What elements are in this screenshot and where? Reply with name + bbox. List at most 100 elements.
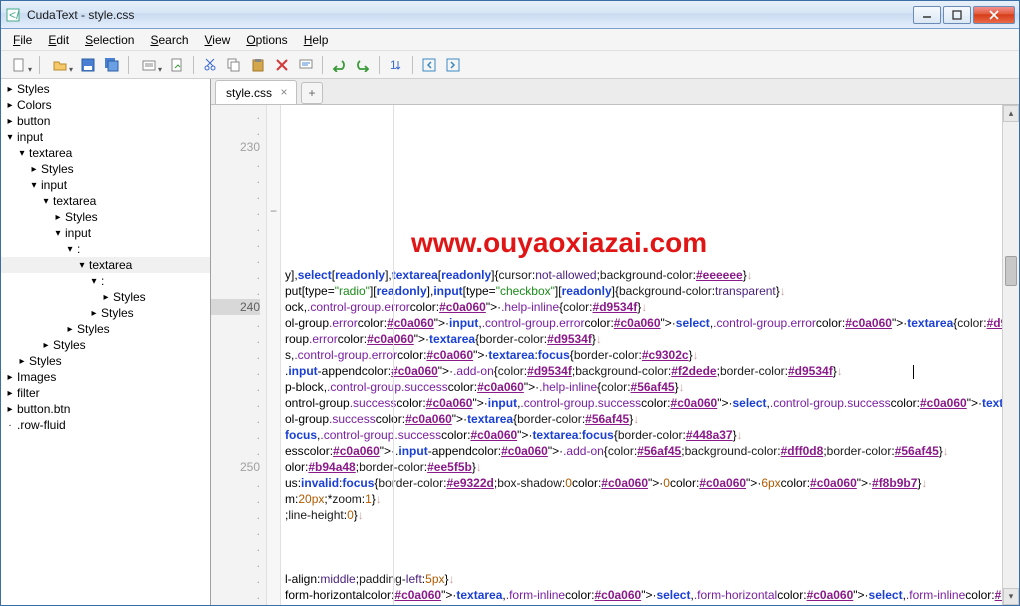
redo-button[interactable]	[353, 55, 373, 75]
fold-marker[interactable]	[267, 539, 280, 555]
tree-toggle-icon[interactable]: ▸	[5, 116, 15, 127]
sort-asc-button[interactable]: 1	[386, 55, 406, 75]
code-line[interactable]: m:20px;*zoom:1}↓	[285, 491, 998, 507]
tree-toggle-icon[interactable]: ▸	[101, 292, 111, 303]
code-line[interactable]: put[type="radio"][readonly],input[type="…	[285, 283, 998, 299]
comment-button[interactable]	[296, 55, 316, 75]
recent-files-button[interactable]	[135, 55, 163, 75]
copy-button[interactable]	[224, 55, 244, 75]
fold-marker[interactable]	[267, 379, 280, 395]
tree-node[interactable]: ▸filter	[1, 385, 210, 401]
code-line[interactable]: focus,.control-group.successcolor:#c0a06…	[285, 427, 998, 443]
code-line[interactable]: form-horizontalcolor:#c0a060">·textarea,…	[285, 587, 998, 603]
open-file-button[interactable]	[46, 55, 74, 75]
tree-node[interactable]: ▸Styles	[1, 321, 210, 337]
code-line[interactable]	[285, 539, 998, 555]
tree-toggle-icon[interactable]: ▾	[17, 148, 27, 159]
menu-selection[interactable]: Selection	[77, 30, 142, 50]
vertical-scrollbar[interactable]: ▴ ▾	[1002, 105, 1019, 605]
code-line[interactable]: s,.control-group.errorcolor:#c0a060">·te…	[285, 347, 998, 363]
code-line[interactable]	[285, 219, 998, 235]
save-all-button[interactable]	[102, 55, 122, 75]
code-line[interactable]: olor:#b94a48;border-color:#ee5f5b}↓	[285, 459, 998, 475]
menu-file[interactable]: File	[5, 30, 40, 50]
code-line[interactable]: ol-group.successcolor:#c0a060">·textarea…	[285, 411, 998, 427]
close-button[interactable]	[973, 6, 1015, 24]
tree-toggle-icon[interactable]: ·	[5, 420, 15, 431]
menu-edit[interactable]: Edit	[40, 30, 77, 50]
tree-toggle-icon[interactable]: ▾	[77, 260, 87, 271]
tree-toggle-icon[interactable]: ▸	[5, 388, 15, 399]
fold-marker[interactable]	[267, 587, 280, 603]
indent-left-button[interactable]	[419, 55, 439, 75]
tree-node[interactable]: ▾input	[1, 129, 210, 145]
fold-marker[interactable]	[267, 187, 280, 203]
tree-node[interactable]: ▸button	[1, 113, 210, 129]
code-line[interactable]	[285, 235, 998, 251]
minimize-button[interactable]	[913, 6, 941, 24]
fold-marker[interactable]	[267, 347, 280, 363]
tree-node[interactable]: ▾textarea	[1, 145, 210, 161]
tree-toggle-icon[interactable]: ▾	[29, 180, 39, 191]
fold-marker[interactable]	[267, 155, 280, 171]
fold-marker[interactable]	[267, 571, 280, 587]
fold-column[interactable]: −	[267, 105, 281, 605]
fold-marker[interactable]	[267, 299, 280, 315]
tree-toggle-icon[interactable]: ▸	[5, 372, 15, 383]
fold-marker[interactable]	[267, 427, 280, 443]
code-line[interactable]: l-align:middle;padding-left:5px}↓	[285, 571, 998, 587]
fold-marker[interactable]	[267, 283, 280, 299]
tab-stylecss[interactable]: style.css ×	[215, 80, 297, 104]
fold-marker[interactable]	[267, 219, 280, 235]
tree-node[interactable]: ▸Styles	[1, 353, 210, 369]
save-file-button[interactable]	[78, 55, 98, 75]
tree-node[interactable]: ▸button.btn	[1, 401, 210, 417]
delete-button[interactable]	[272, 55, 292, 75]
tree-toggle-icon[interactable]: ▸	[5, 84, 15, 95]
tree-node[interactable]: ·.row-fluid	[1, 417, 210, 433]
code-line[interactable]	[285, 203, 998, 219]
menu-view[interactable]: View	[197, 30, 239, 50]
scroll-up-button[interactable]: ▴	[1003, 105, 1019, 122]
tree-node[interactable]: ▸Images	[1, 369, 210, 385]
code-line[interactable]: ock,.control-group.errorcolor:#c0a060">·…	[285, 299, 998, 315]
tree-node[interactable]: ▸Styles	[1, 161, 210, 177]
scroll-thumb[interactable]	[1005, 256, 1017, 286]
fold-marker[interactable]	[267, 251, 280, 267]
tree-toggle-icon[interactable]: ▾	[89, 276, 99, 287]
fold-marker[interactable]	[267, 459, 280, 475]
menu-help[interactable]: Help	[296, 30, 337, 50]
code-line[interactable]: ol-group.errorcolor:#c0a060">·input,.con…	[285, 315, 998, 331]
tree-node[interactable]: ▸Colors	[1, 97, 210, 113]
code-line[interactable]: ;line-height:0}↓	[285, 507, 998, 523]
indent-right-button[interactable]	[443, 55, 463, 75]
reopen-button[interactable]	[167, 55, 187, 75]
scroll-down-button[interactable]: ▾	[1003, 588, 1019, 605]
code-line[interactable]	[285, 251, 998, 267]
tree-node[interactable]: ▸Styles	[1, 337, 210, 353]
tree-node[interactable]: ▸Styles	[1, 289, 210, 305]
tree-toggle-icon[interactable]: ▾	[41, 196, 51, 207]
tree-toggle-icon[interactable]: ▸	[17, 356, 27, 367]
fold-marker[interactable]	[267, 235, 280, 251]
fold-marker[interactable]	[267, 363, 280, 379]
tree-node[interactable]: ▾input	[1, 177, 210, 193]
fold-marker[interactable]	[267, 491, 280, 507]
code-line[interactable]: p-block,.control-group.successcolor:#c0a…	[285, 379, 998, 395]
tree-toggle-icon[interactable]: ▾	[5, 132, 15, 143]
code-line[interactable]	[285, 171, 998, 187]
tree-node[interactable]: ▾textarea	[1, 257, 210, 273]
code-line[interactable]: .input-appendcolor:#c0a060">·.add-on{col…	[285, 363, 998, 379]
tree-node[interactable]: ▾:	[1, 241, 210, 257]
fold-marker[interactable]	[267, 507, 280, 523]
fold-marker[interactable]	[267, 139, 280, 155]
code-line[interactable]: y],select[readonly],textarea[readonly]{c…	[285, 267, 998, 283]
cut-button[interactable]	[200, 55, 220, 75]
scroll-track[interactable]	[1003, 122, 1019, 588]
menu-options[interactable]: Options	[238, 30, 295, 50]
fold-marker[interactable]	[267, 171, 280, 187]
fold-marker[interactable]	[267, 523, 280, 539]
tree-toggle-icon[interactable]: ▾	[53, 228, 63, 239]
menu-search[interactable]: Search	[142, 30, 196, 50]
fold-marker[interactable]	[267, 475, 280, 491]
